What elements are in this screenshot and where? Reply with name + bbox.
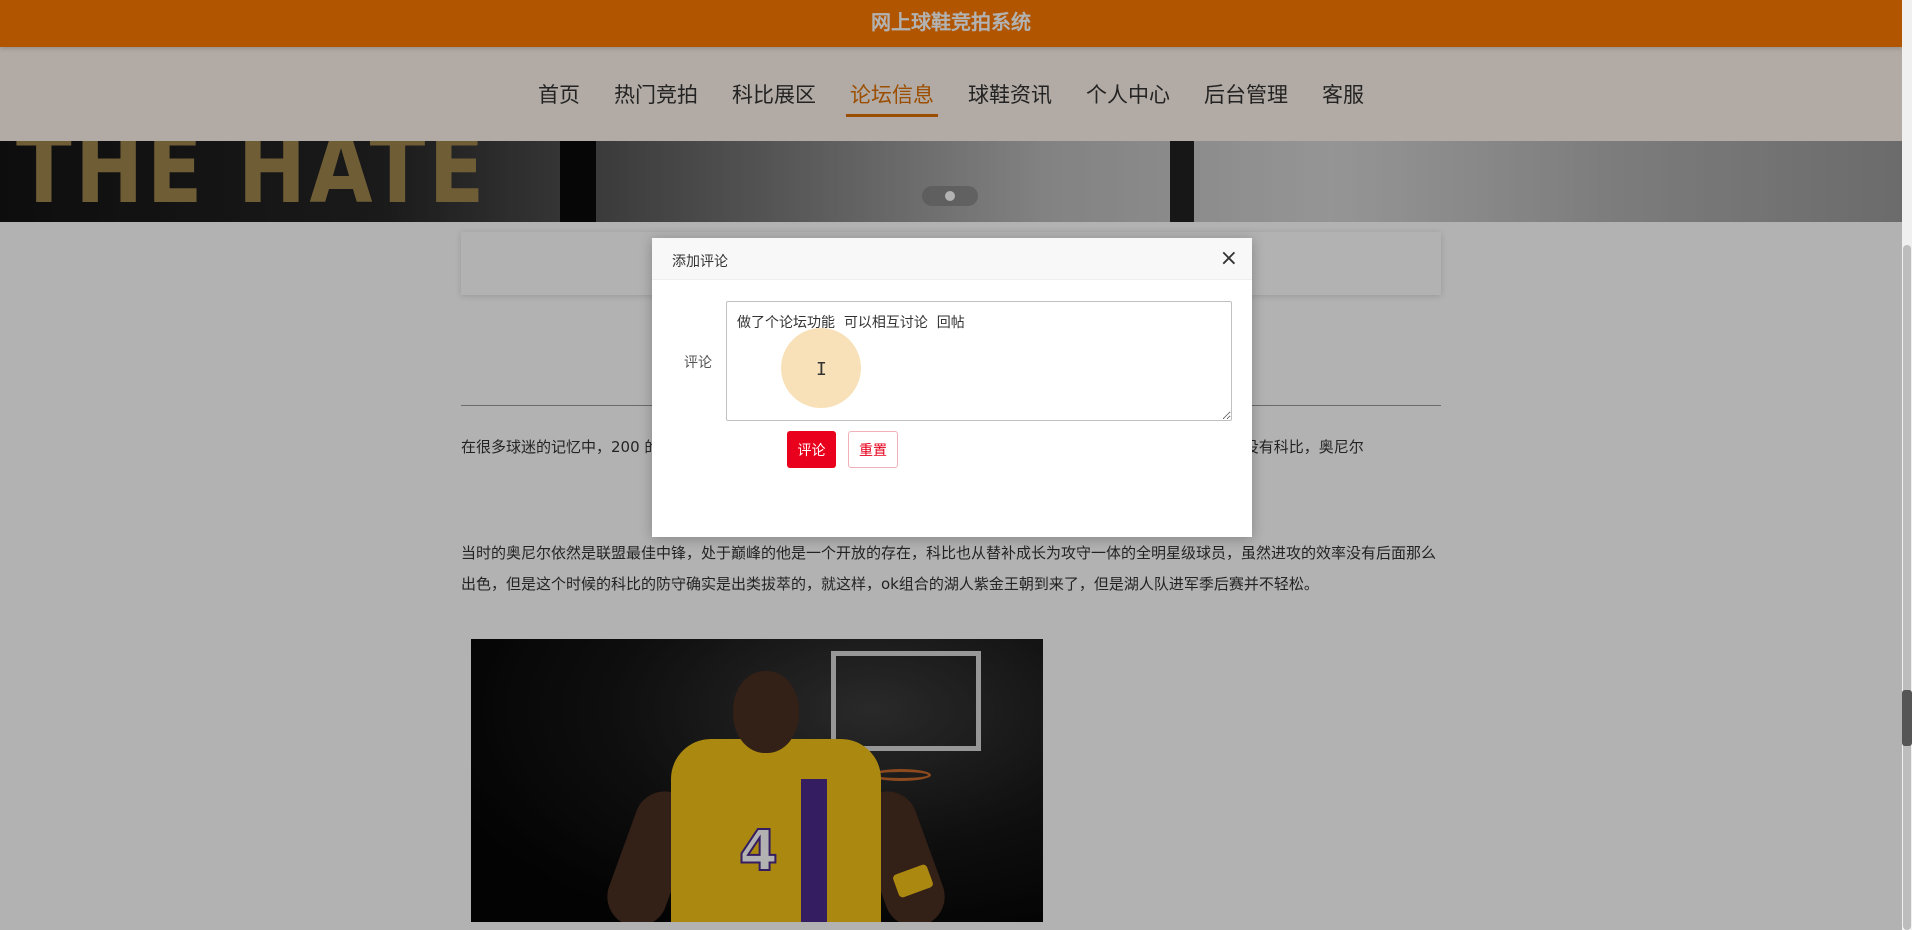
reset-button[interactable]: 重置 bbox=[848, 431, 898, 468]
dialog-title: 添加评论 bbox=[672, 254, 728, 270]
comment-textarea[interactable]: 做了个论坛功能 可以相互讨论 回帖 bbox=[726, 301, 1232, 421]
page-scrollbar[interactable] bbox=[1902, 0, 1912, 930]
close-icon[interactable]: × bbox=[1220, 246, 1238, 272]
scrollbar-marker bbox=[1902, 690, 1912, 746]
add-comment-dialog: 添加评论 × 评论 做了个论坛功能 可以相互讨论 回帖 I 评论 重置 bbox=[652, 238, 1252, 537]
submit-comment-button[interactable]: 评论 bbox=[787, 431, 836, 468]
scrollbar-thumb[interactable] bbox=[1903, 245, 1911, 930]
comment-label: 评论 bbox=[684, 355, 712, 371]
dialog-header: 添加评论 × bbox=[652, 238, 1252, 280]
